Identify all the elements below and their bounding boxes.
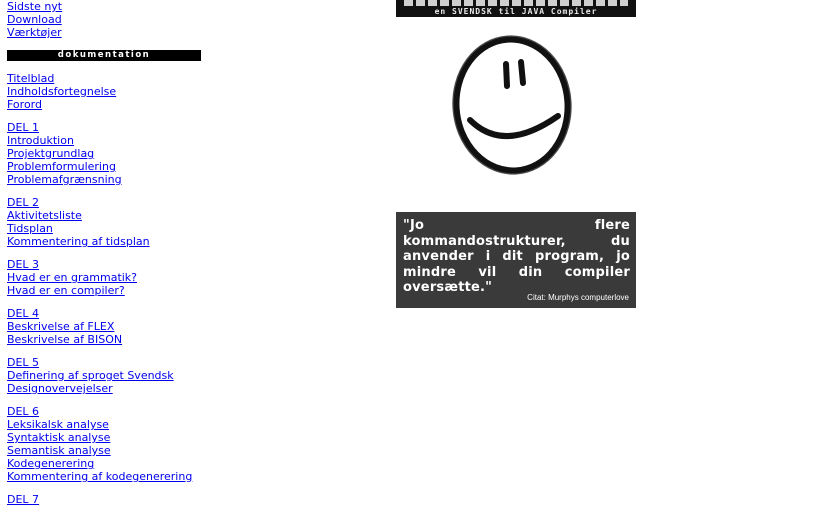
link-vaerktoejer[interactable]: Værktøjer (7, 26, 201, 39)
nav-group-del-5: DEL 5 Definering af sproget Svendsk Desi… (7, 356, 201, 395)
link-beskrivelse-af-bison[interactable]: Beskrivelse af BISON (7, 333, 201, 346)
link-download[interactable]: Download (7, 13, 201, 26)
quote-text: "Jo flere kommandostrukturer, du anvende… (403, 218, 630, 295)
nav-group-del-4: DEL 4 Beskrivelse af FLEX Beskrivelse af… (7, 307, 201, 346)
link-del-2[interactable]: DEL 2 (7, 196, 201, 209)
link-designovervejelser[interactable]: Designovervejelser (7, 382, 201, 395)
link-problemformulering[interactable]: Problemformulering (7, 160, 201, 173)
link-kommentering-af-kodegenerering[interactable]: Kommentering af kodegenerering (7, 470, 201, 483)
link-projektgrundlag[interactable]: Projektgrundlag (7, 147, 201, 160)
top-links: Sidste nyt Download Værktøjer (7, 0, 201, 39)
link-semantisk-analyse[interactable]: Semantisk analyse (7, 444, 201, 457)
link-aktivitetsliste[interactable]: Aktivitetsliste (7, 209, 201, 222)
logo-banner: en SVENDSK til JAVA Compiler (396, 0, 636, 17)
link-kodegenerering[interactable]: Kodegenerering (7, 457, 201, 470)
nav-group-del-2: DEL 2 Aktivitetsliste Tidsplan Kommenter… (7, 196, 201, 248)
nav-group-del-1: DEL 1 Introduktion Projektgrundlag Probl… (7, 121, 201, 186)
section-header-dokumentation: dokumentation (7, 50, 201, 61)
nav-group-front: Titelblad Indholdsfortegnelse Forord (7, 72, 201, 111)
link-del-1[interactable]: DEL 1 (7, 121, 201, 134)
link-del-5[interactable]: DEL 5 (7, 356, 201, 369)
link-kommentering-af-tidsplan[interactable]: Kommentering af tidsplan (7, 235, 201, 248)
link-introduktion[interactable]: Introduktion (7, 134, 201, 147)
link-tidsplan[interactable]: Tidsplan (7, 222, 201, 235)
nav-group-del-7: DEL 7 (7, 493, 201, 506)
link-del-6[interactable]: DEL 6 (7, 405, 201, 418)
smiley-icon (452, 35, 572, 175)
quote-box: "Jo flere kommandostrukturer, du anvende… (396, 212, 636, 308)
link-indholdsfortegnelse[interactable]: Indholdsfortegnelse (7, 85, 201, 98)
nav-group-del-6: DEL 6 Leksikalsk analyse Syntaktisk anal… (7, 405, 201, 483)
link-titelblad[interactable]: Titelblad (7, 72, 201, 85)
link-forord[interactable]: Forord (7, 98, 201, 111)
link-hvad-er-en-compiler[interactable]: Hvad er en compiler? (7, 284, 201, 297)
quote-citation: Citat: Murphys computerlove (527, 293, 629, 302)
link-del-3[interactable]: DEL 3 (7, 258, 201, 271)
link-definering-af-sproget-svendsk[interactable]: Definering af sproget Svendsk (7, 369, 201, 382)
sidebar-nav: Sidste nyt Download Værktøjer dokumentat… (7, 0, 201, 516)
link-problemafgraensning[interactable]: Problemafgrænsning (7, 173, 201, 186)
logo-wordmark (404, 0, 628, 6)
logo-subtitle: en SVENDSK til JAVA Compiler (434, 7, 598, 16)
link-del-4[interactable]: DEL 4 (7, 307, 201, 320)
link-hvad-er-en-grammatik[interactable]: Hvad er en grammatik? (7, 271, 201, 284)
link-leksikalsk-analyse[interactable]: Leksikalsk analyse (7, 418, 201, 431)
nav-group-del-3: DEL 3 Hvad er en grammatik? Hvad er en c… (7, 258, 201, 297)
link-sidste-nyt[interactable]: Sidste nyt (7, 0, 201, 13)
link-syntaktisk-analyse[interactable]: Syntaktisk analyse (7, 431, 201, 444)
link-del-7[interactable]: DEL 7 (7, 493, 201, 506)
link-beskrivelse-af-flex[interactable]: Beskrivelse af FLEX (7, 320, 201, 333)
